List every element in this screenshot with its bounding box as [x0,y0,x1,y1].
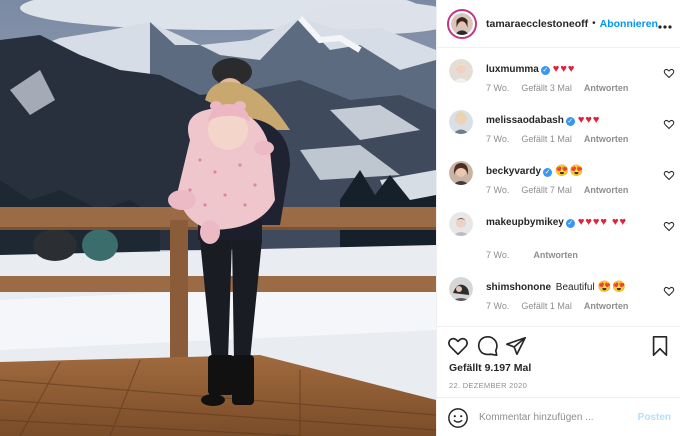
comment-like-heart-icon[interactable] [663,169,675,181]
winter-mountain-photo [0,0,436,436]
commenter-avatar[interactable] [449,110,473,134]
comment-like-heart-icon[interactable] [663,118,675,130]
comment-likes[interactable]: Gefällt 1 Mal [521,301,572,311]
comment-like-heart-icon[interactable] [663,67,675,79]
author-avatar-image [451,12,473,35]
comment-meta: 7 Wo. Antworten [486,250,590,260]
author-username[interactable]: tamaraecclestoneoff [486,18,588,30]
commenter-avatar[interactable] [449,277,473,301]
comment-item: beckyvardy ✓ 😍😍 7 Wo. Gefällt 7 Mal Antworte… [449,161,675,209]
comment-emojis: 😍😍 [555,165,585,177]
comment-username[interactable]: makeupbymikey [486,217,564,228]
follow-button[interactable]: Abonnieren [600,18,658,30]
comment-time[interactable]: 7 Wo. [486,134,509,144]
post-comment-button[interactable]: Posten [638,412,671,423]
post-actions: Gefällt 9.197 Mal 22. DEZEMBER 2020 Post… [437,326,680,436]
comments-list[interactable]: luxmumma ✓ ♥♥♥ 7 Wo. Gefällt 3 Mal Antworten… [437,48,680,326]
comment-meta: 7 Wo. Gefällt 1 Mal Antworten [486,134,640,144]
reply-button[interactable]: Antworten [584,301,629,311]
comment-like-heart-icon[interactable] [663,285,675,297]
reply-button[interactable]: Antworten [584,83,629,93]
comment-meta: 7 Wo. Gefällt 1 Mal Antworten [486,301,640,311]
reply-button[interactable]: Antworten [533,250,578,260]
comment-username[interactable]: beckyvardy [486,166,541,177]
comment-text: shimshonone Beautiful 😍😍 [486,279,657,296]
comment-input[interactable] [479,412,629,423]
verified-badge-icon: ✓ [543,168,553,177]
more-options-button[interactable] [658,16,672,32]
post-photo[interactable] [0,0,436,436]
comment-composer: Posten [437,397,680,436]
reply-button[interactable]: Antworten [584,185,629,195]
comment-emojis: 😍😍 [597,281,627,293]
author-avatar[interactable] [447,8,477,39]
verified-badge-icon: ✓ [565,117,575,126]
comment-text: luxmumma ✓ ♥♥♥ [486,61,657,78]
post-date[interactable]: 22. DEZEMBER 2020 [449,381,527,390]
reply-button[interactable]: Antworten [584,134,629,144]
likes-count[interactable]: Gefällt 9.197 Mal [449,362,531,374]
comment-meta: 7 Wo. Gefällt 7 Mal Antworten [486,185,640,195]
bookmark-save-icon[interactable] [649,335,671,357]
verified-badge-icon: ✓ [540,66,550,75]
comment-emojis: ♥♥♥♥ ♥♥ [577,216,628,228]
comment-like-heart-icon[interactable] [663,220,675,232]
verified-badge-icon: ✓ [565,219,575,228]
comment-time[interactable]: 7 Wo. [486,185,509,195]
header-separator: • [592,18,596,29]
post-sidebar: tamaraecclestoneoff • Abonnieren luxmumm… [436,0,680,436]
comment-item: melissaodabash ✓ ♥♥♥ 7 Wo. Gefällt 1 Mal Ant… [449,110,675,158]
comment-item: makeupbymikey ✓ ♥♥♥♥ ♥♥ 7 Wo. Antworten [449,212,675,268]
comment-time[interactable]: 7 Wo. [486,250,509,260]
comment-emojis: ♥♥♥ [577,114,601,126]
emoji-smiley-icon[interactable] [447,407,469,429]
comment-time[interactable]: 7 Wo. [486,301,509,311]
comment-item: shimshonone Beautiful 😍😍 7 Wo. Gefällt 1 … [449,277,675,325]
comment-meta: 7 Wo. Gefällt 3 Mal Antworten [486,83,640,93]
comment-username[interactable]: shimshonone [486,282,551,293]
action-bar [447,335,671,359]
comment-text: makeupbymikey ✓ ♥♥♥♥ ♥♥ [486,214,657,231]
comment-time[interactable]: 7 Wo. [486,83,509,93]
comment-text: melissaodabash ✓ ♥♥♥ [486,112,657,129]
comment-emojis: ♥♥♥ [552,63,576,75]
comment-likes[interactable]: Gefällt 7 Mal [521,185,572,195]
comment-message: Beautiful [555,282,595,293]
comment-likes[interactable]: Gefällt 3 Mal [521,83,572,93]
commenter-avatar[interactable] [449,161,473,185]
share-send-icon[interactable] [505,335,527,357]
comment-item: luxmumma ✓ ♥♥♥ 7 Wo. Gefällt 3 Mal Antworten [449,59,675,107]
comment-bubble-icon[interactable] [477,335,499,357]
like-heart-icon[interactable] [447,335,469,357]
more-horizontal-icon [658,24,672,29]
commenter-avatar[interactable] [449,59,473,83]
comment-text: beckyvardy ✓ 😍😍 [486,163,657,180]
comment-likes[interactable]: Gefällt 1 Mal [521,134,572,144]
commenter-avatar[interactable] [449,212,473,236]
post-header: tamaraecclestoneoff • Abonnieren [437,0,680,48]
comment-username[interactable]: melissaodabash [486,115,564,126]
comment-username[interactable]: luxmumma [486,64,539,75]
